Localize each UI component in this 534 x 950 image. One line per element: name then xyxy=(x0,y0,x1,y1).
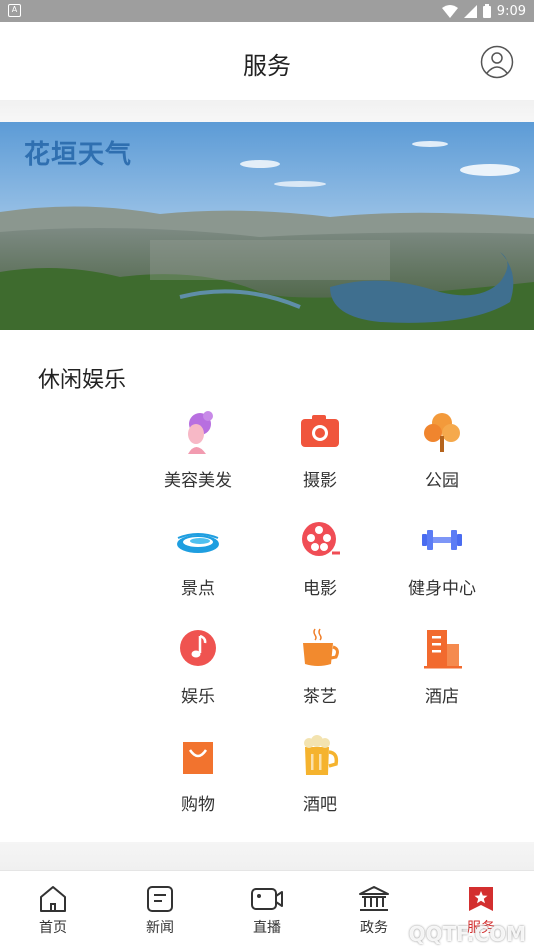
hotel-building-icon xyxy=(424,630,462,669)
beer-mug-icon xyxy=(304,735,339,775)
park-tree-icon xyxy=(424,413,460,452)
user-avatar-icon[interactable] xyxy=(480,45,514,79)
grid-item-label: 公园 xyxy=(425,471,459,491)
grid-item-label: 电影 xyxy=(303,579,337,599)
tab-label: 新闻 xyxy=(146,920,174,936)
app-notification-icon: A xyxy=(8,4,21,17)
grid-item-label: 健身中心 xyxy=(408,579,476,599)
grid-item-bar[interactable]: 酒吧 xyxy=(265,734,375,830)
tab-label: 首页 xyxy=(39,920,67,936)
tab-live[interactable]: 直播 xyxy=(227,885,307,945)
service-star-icon xyxy=(469,887,493,911)
camera-icon xyxy=(301,415,339,447)
grid-item-label: 娱乐 xyxy=(181,687,215,707)
grid-item-beauty[interactable]: 美容美发 xyxy=(143,410,253,506)
video-camera-icon xyxy=(251,888,283,910)
grid-item-label: 购物 xyxy=(181,795,215,815)
app-header: 服务 xyxy=(0,22,534,100)
grid-item-tea[interactable]: 茶艺 xyxy=(265,626,375,722)
grid-item-shopping[interactable]: 购物 xyxy=(143,734,253,830)
status-time: 9:09 xyxy=(496,3,526,19)
grid-item-label: 摄影 xyxy=(303,471,337,491)
watermark: QQTF.COM xyxy=(408,922,526,946)
header-divider xyxy=(0,100,534,122)
tab-label: 政务 xyxy=(360,920,388,936)
grid-item-label: 酒店 xyxy=(425,687,459,707)
grid-item-scenic[interactable]: 景点 xyxy=(143,518,253,614)
leisure-section: 休闲娱乐 美容美发 摄影 公园 景点 电影 健身中心 娱乐 茶艺 酒店 购物 酒… xyxy=(0,330,534,842)
grid-item-entertainment[interactable]: 娱乐 xyxy=(143,626,253,722)
film-reel-icon xyxy=(302,522,340,556)
grid-item-label: 茶艺 xyxy=(303,687,337,707)
scenic-lake-icon xyxy=(177,533,219,553)
music-note-icon xyxy=(180,630,216,666)
section-divider xyxy=(0,842,534,870)
grid-item-movie[interactable]: 电影 xyxy=(265,518,375,614)
beauty-hair-icon xyxy=(188,411,213,454)
battery-icon xyxy=(482,4,491,18)
tab-government[interactable]: 政务 xyxy=(334,885,414,945)
government-building-icon xyxy=(359,886,389,911)
bottom-tab-bar: 首页 新闻 直播 政务 服务 QQTF.COM xyxy=(0,870,534,950)
weather-banner[interactable]: 花垣天气 xyxy=(0,122,534,330)
signal-icon xyxy=(463,4,477,18)
wifi-icon xyxy=(441,4,458,18)
dumbbell-icon xyxy=(422,530,462,550)
page-title: 服务 xyxy=(243,52,291,80)
tab-home[interactable]: 首页 xyxy=(13,885,93,945)
grid-item-fitness[interactable]: 健身中心 xyxy=(387,518,497,614)
grid-item-park[interactable]: 公园 xyxy=(387,410,497,506)
grid-item-label: 景点 xyxy=(181,579,215,599)
status-bar: A 9:09 xyxy=(0,0,534,22)
grid-item-hotel[interactable]: 酒店 xyxy=(387,626,497,722)
shopping-bag-icon xyxy=(183,742,213,774)
home-icon xyxy=(40,886,66,912)
tea-cup-icon xyxy=(303,628,339,666)
grid-item-photography[interactable]: 摄影 xyxy=(265,410,375,506)
tab-news[interactable]: 新闻 xyxy=(120,885,200,945)
status-icons: 9:09 xyxy=(441,2,526,20)
tab-label: 直播 xyxy=(253,920,281,936)
banner-title: 花垣天气 xyxy=(24,140,133,170)
grid-item-label: 酒吧 xyxy=(303,795,337,815)
grid-item-label: 美容美发 xyxy=(164,471,232,491)
section-title: 休闲娱乐 xyxy=(38,368,127,393)
news-icon xyxy=(147,886,173,912)
